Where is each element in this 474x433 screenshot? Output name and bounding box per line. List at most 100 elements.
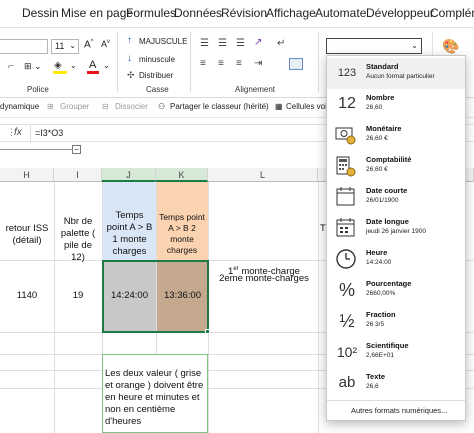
align-middle-icon[interactable]: ☰ (218, 38, 227, 49)
cell-l-bottom[interactable]: 2eme monte-charges (210, 273, 318, 285)
majuscule-button[interactable]: MAJUSCULE (139, 37, 187, 46)
scientific-icon: 10² (336, 344, 358, 360)
partager-button[interactable]: Partager le classeur (hérité) (170, 102, 269, 111)
column-header-i[interactable]: I (54, 168, 102, 182)
cell-h3[interactable]: retour ISS (détail) (0, 223, 54, 247)
increase-font-icon[interactable]: A^ (84, 39, 94, 50)
orientation-icon[interactable]: ↗ (254, 37, 262, 48)
menu-affichage[interactable]: Affichage (266, 6, 316, 20)
cell-j3[interactable]: Temps point A > B 1 monte charges (104, 210, 155, 258)
menu-bar: Dessin Mise en page Formules Données Rév… (0, 0, 474, 28)
menu-revision[interactable]: Révision (221, 6, 267, 20)
format-nombre-item[interactable]: 12 Nombre 26,60 (327, 89, 465, 120)
cell-style-icon[interactable]: ⌐ (8, 61, 14, 72)
group-separator (117, 32, 118, 92)
format-standard-item[interactable]: 123 Standard Aucun format particulier (327, 58, 465, 89)
format-texte-item[interactable]: ab Texte 26,6 (327, 368, 465, 399)
menu-donnees[interactable]: Données (174, 6, 222, 20)
fill-handle[interactable] (205, 329, 210, 334)
fill-color-icon[interactable]: ◈ (54, 60, 62, 71)
borders-icon[interactable]: ⊞ ⌄ (24, 61, 42, 72)
cell-i3[interactable]: Nbr de palette ( pile de 12) (56, 216, 100, 264)
note-text[interactable]: Les deux valeur ( grise et orange ) doiv… (105, 368, 205, 428)
align-left-icon[interactable]: ≡ (200, 58, 206, 69)
outline-line (0, 149, 80, 150)
format-monetaire-item[interactable]: Monétaire 26,60 € (327, 120, 465, 151)
column-h-label: H (23, 170, 30, 180)
format-title: Standard (366, 62, 399, 71)
formula-input[interactable]: =I3*O3 (35, 128, 63, 138)
format-sub: 14:24:00 (366, 259, 392, 266)
format-sub: 26 3/5 (366, 321, 385, 328)
distribute-icon: ✣ (127, 70, 135, 80)
menu-formules[interactable]: Formules (126, 6, 176, 20)
format-sub: 2,66E+01 (366, 352, 395, 359)
menu-dessin[interactable]: Dessin (22, 6, 59, 20)
cell-k4[interactable]: 13:36:00 (157, 290, 208, 302)
indent-icon[interactable]: ⇥ (254, 58, 262, 69)
format-title: Monétaire (366, 124, 402, 133)
fraction-icon: ½ (339, 311, 355, 331)
format-scientifique-item[interactable]: 10² Scientifique 2,66E+01 (327, 337, 465, 368)
format-title: Date longue (366, 217, 409, 226)
collapse-outline-button[interactable]: − (72, 145, 81, 154)
align-top-icon[interactable]: ☰ (200, 38, 209, 49)
number-format-select[interactable]: ⌄ (326, 38, 422, 54)
more-formats-link[interactable]: Autres formats numériques... (351, 406, 447, 415)
calendar-long-icon (336, 218, 355, 237)
align-center-icon[interactable]: ≡ (218, 58, 224, 69)
formula-divider (30, 125, 31, 143)
palette-icon: 🎨 (442, 38, 460, 54)
format-title: Fraction (366, 310, 396, 319)
text-icon: ab (338, 374, 356, 391)
column-header-h[interactable]: H (0, 168, 54, 182)
font-size-box[interactable]: 11 ⌄ (51, 39, 79, 54)
font-name-box[interactable] (0, 39, 48, 54)
fx-icon[interactable]: fx (14, 127, 22, 138)
format-title: Scientifique (366, 341, 409, 350)
cell-j4[interactable]: 14:24:00 (103, 290, 156, 302)
format-heure-item[interactable]: Heure 14:24:00 (327, 244, 465, 275)
format-date-courte-item[interactable]: Date courte 26/01/1900 (327, 182, 465, 213)
menu-automate[interactable]: Automate (315, 6, 366, 20)
font-color-icon[interactable]: A (89, 59, 96, 71)
minuscule-button[interactable]: minuscule (139, 55, 175, 64)
format-sub: jeudi 26 janvier 1900 (366, 228, 426, 235)
cell-i4[interactable]: 19 (54, 290, 102, 302)
currency-icon (335, 127, 356, 145)
cellules-button[interactable]: Cellules voi (286, 102, 327, 111)
format-comptabilite-item[interactable]: Comptabilité 26,60 € (327, 151, 465, 182)
format-title: Date courte (366, 186, 408, 195)
align-right-icon[interactable]: ≡ (236, 58, 242, 69)
chevron-down-icon: ⌄ (69, 41, 76, 50)
format-pourcentage-item[interactable]: % Pourcentage 2660,00% (327, 275, 465, 306)
align-bottom-icon[interactable]: ☰ (236, 38, 245, 49)
distribuer-button[interactable]: Distribuer (139, 71, 173, 80)
wrap-text-icon[interactable]: ↵ (277, 38, 285, 49)
fill-color-swatch (53, 71, 67, 74)
column-l-label: L (259, 170, 265, 180)
column-header-l[interactable]: L (208, 168, 318, 182)
clock-icon (336, 249, 356, 269)
format-date-longue-item[interactable]: Date longue jeudi 26 janvier 1900 (327, 213, 465, 244)
cell-k3[interactable]: Temps point A > B 2 monte charges (157, 212, 207, 256)
decrease-font-icon[interactable]: Av (101, 39, 110, 49)
menu-mise-en-page[interactable]: Mise en page (61, 6, 133, 20)
dissocier-button[interactable]: Dissocier (115, 102, 148, 111)
chevron-down-icon[interactable]: ⌄ (70, 61, 77, 70)
column-header-j[interactable]: J (102, 168, 156, 182)
dynamique-button[interactable]: dynamique (0, 102, 39, 111)
format-sub: 26,60 (366, 104, 383, 111)
chevron-down-icon[interactable]: ⌄ (103, 61, 110, 70)
chevron-down-icon: ⌄ (411, 41, 418, 50)
cells-icon: ▦ (275, 102, 283, 111)
group-police-label: Police (27, 85, 49, 94)
cell-h4[interactable]: 1140 (0, 290, 54, 302)
grouper-button[interactable]: Grouper (60, 102, 89, 111)
column-header-k[interactable]: K (156, 168, 208, 182)
menu-complements[interactable]: Complém (430, 6, 474, 20)
format-fraction-item[interactable]: ½ Fraction 26 3/5 (327, 306, 465, 337)
merge-center-icon[interactable] (289, 58, 303, 70)
format-title: Heure (366, 248, 388, 257)
menu-developpeur[interactable]: Développeur (366, 6, 434, 20)
